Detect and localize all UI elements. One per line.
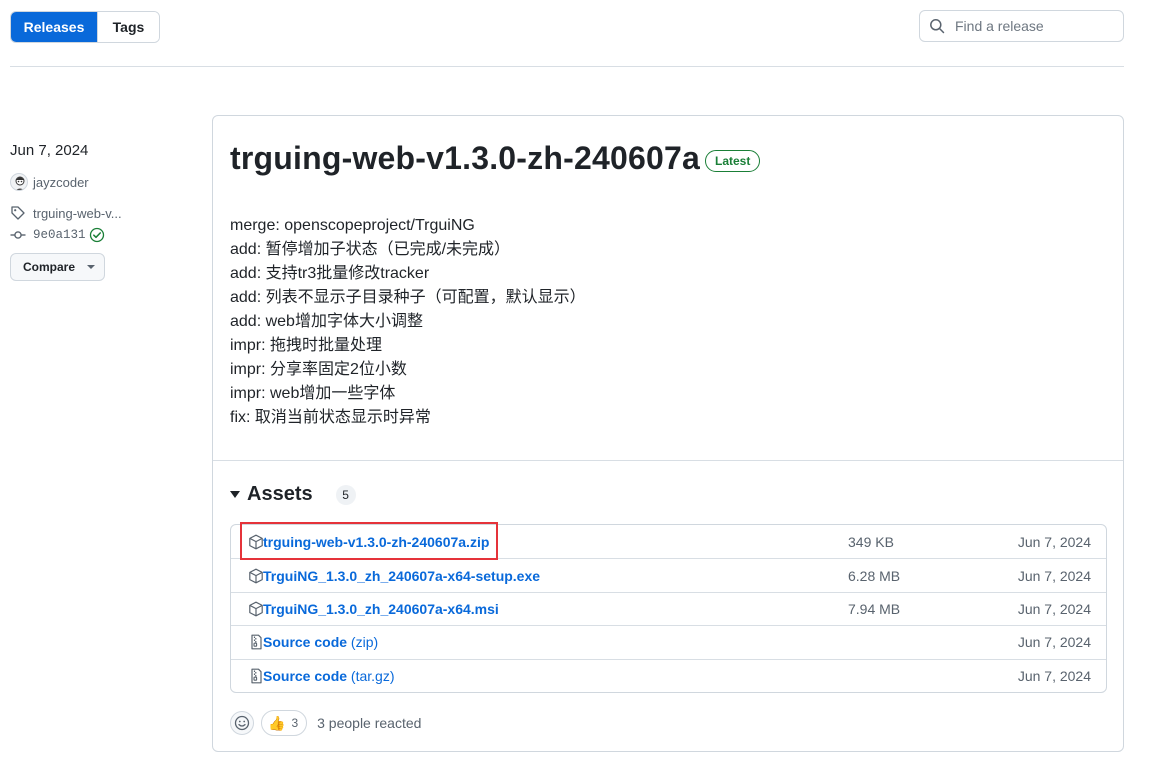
find-release-search[interactable] [919,10,1124,42]
latest-badge: Latest [705,150,761,172]
commit-link[interactable]: 9e0a131 [10,227,105,243]
verified-check-icon [89,227,104,243]
tag-link[interactable]: trguing-web-v... [10,205,122,221]
avatar [10,173,28,191]
asset-link[interactable]: TrguiNG_1.3.0_zh_240607a-x64-setup.exe [263,568,540,584]
search-icon [930,19,945,34]
asset-format: (tar.gz) [347,667,395,684]
asset-row: Source code (zip) Jun 7, 2024 [231,625,1106,658]
release-card: trguing-web-v1.3.0-zh-240607a Latest mer… [212,115,1124,752]
card-divider [213,460,1123,461]
search-input[interactable] [953,17,1117,35]
thumbs-up-reaction[interactable]: 👍 3 [261,710,308,736]
asset-size: 6.28 MB [848,567,901,584]
release-note-line: add: 暂停增加子状态（已完成/未完成） [230,241,511,258]
triangle-down-icon [230,491,240,498]
release-note-line: impr: 拖拽时批量处理 [230,337,383,354]
asset-size: 7.94 MB [848,600,901,617]
assets-label: Assets [247,483,313,505]
thumbs-up-icon: 👍 [268,714,286,731]
package-icon [249,534,263,550]
asset-name: TrguiNG_1.3.0_zh_240607a-x64-setup.exe [263,567,541,584]
tab-tags[interactable]: Tags [97,12,159,42]
add-reaction-button[interactable] [230,711,254,735]
asset-link[interactable]: Source code (tar.gz) [263,668,395,684]
package-icon [249,601,263,617]
compare-label: Compare [23,260,76,274]
assets-list: trguing-web-v1.3.0-zh-240607a.zip 349 KB… [230,524,1107,693]
file-zip-icon [251,668,262,684]
asset-name: Source code [263,634,348,651]
release-note-line: impr: 分享率固定2位小数 [230,361,407,378]
git-commit-icon [10,231,26,239]
release-note-line: impr: web增加一些字体 [230,385,396,402]
release-notes: merge: openscopeproject/TrguiNG add: 暂停增… [230,214,586,430]
commit-sha: 9e0a131 [33,228,86,242]
release-date: Jun 7, 2024 [10,142,89,159]
author-link[interactable]: jayzcoder [10,173,89,191]
asset-row: TrguiNG_1.3.0_zh_240607a-x64-setup.exe 6… [231,558,1106,591]
release-note-line: add: web增加字体大小调整 [230,313,423,330]
release-note-line: fix: 取消当前状态显示时异常 [230,409,431,426]
asset-date: Jun 7, 2024 [1017,667,1091,684]
asset-format: (zip) [347,634,379,651]
asset-date: Jun 7, 2024 [1017,567,1091,584]
asset-link[interactable]: TrguiNG_1.3.0_zh_240607a-x64.msi [263,601,499,617]
reaction-count: 3 [291,716,299,730]
release-note-line: merge: openscopeproject/TrguiNG [230,217,475,234]
release-title[interactable]: trguing-web-v1.3.0-zh-240607a [230,140,700,177]
asset-name: TrguiNG_1.3.0_zh_240607a-x64.msi [263,600,499,617]
asset-name: Source code [263,667,348,684]
release-note-line: add: 列表不显示子目录种子（可配置，默认显示） [230,289,586,306]
asset-date: Jun 7, 2024 [1017,600,1091,617]
release-tag-switch: Releases Tags [10,11,160,43]
compare-button[interactable]: Compare [10,253,105,281]
reactions-bar: 👍 3 3 people reacted [230,710,421,736]
tab-releases[interactable]: Releases [11,12,97,42]
asset-row: trguing-web-v1.3.0-zh-240607a.zip 349 KB… [231,525,1106,558]
package-icon [249,568,263,583]
header-divider [10,66,1124,67]
asset-row: TrguiNG_1.3.0_zh_240607a-x64.msi 7.94 MB… [231,591,1106,625]
reactions-summary: 3 people reacted [317,715,422,731]
author-name: jayzcoder [33,174,89,190]
asset-date: Jun 7, 2024 [1017,533,1091,550]
asset-link[interactable]: trguing-web-v1.3.0-zh-240607a.zip [263,534,489,550]
chevron-down-icon [87,265,96,269]
asset-link[interactable]: Source code (zip) [263,634,378,650]
author-avatar-icon [15,176,25,190]
file-zip-icon [251,634,262,650]
asset-size: 349 KB [848,533,894,550]
asset-date: Jun 7, 2024 [1017,634,1091,651]
tag-name: trguing-web-v... [33,205,122,221]
release-note-line: add: 支持tr3批量修改tracker [230,265,430,282]
assets-count-badge: 5 [335,484,356,505]
smiley-icon [234,715,250,731]
tag-icon [11,206,25,220]
asset-row: Source code (tar.gz) Jun 7, 2024 [231,658,1106,692]
asset-name: trguing-web-v1.3.0-zh-240607a.zip [263,533,490,550]
assets-toggle[interactable]: Assets 5 [230,483,356,506]
